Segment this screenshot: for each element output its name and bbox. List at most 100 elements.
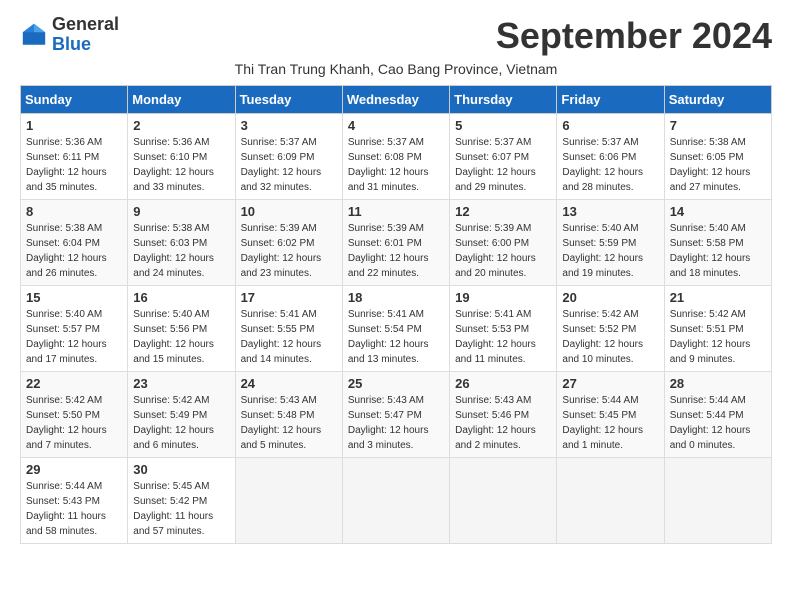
day-detail: Sunrise: 5:37 AM Sunset: 6:09 PM Dayligh… (241, 135, 337, 195)
weekday-header-monday: Monday (128, 86, 235, 114)
weekday-header-wednesday: Wednesday (342, 86, 449, 114)
day-number: 23 (133, 376, 229, 391)
day-number: 28 (670, 376, 766, 391)
day-detail: Sunrise: 5:40 AM Sunset: 5:58 PM Dayligh… (670, 221, 766, 281)
day-number: 24 (241, 376, 337, 391)
day-detail: Sunrise: 5:37 AM Sunset: 6:06 PM Dayligh… (562, 135, 658, 195)
calendar-cell: 2 Sunrise: 5:36 AM Sunset: 6:10 PM Daylig… (128, 114, 235, 200)
calendar-cell: 13 Sunrise: 5:40 AM Sunset: 5:59 PM Dayli… (557, 200, 664, 286)
day-detail: Sunrise: 5:39 AM Sunset: 6:01 PM Dayligh… (348, 221, 444, 281)
day-detail: Sunrise: 5:36 AM Sunset: 6:10 PM Dayligh… (133, 135, 229, 195)
calendar-cell: 15 Sunrise: 5:40 AM Sunset: 5:57 PM Dayli… (21, 286, 128, 372)
day-detail: Sunrise: 5:38 AM Sunset: 6:05 PM Dayligh… (670, 135, 766, 195)
calendar-cell: 4Sunrise: 5:37 AM Sunset: 6:08 PM Daylig… (342, 114, 449, 200)
calendar-cell: 14 Sunrise: 5:40 AM Sunset: 5:58 PM Dayli… (664, 200, 771, 286)
day-number: 4 (348, 118, 444, 133)
day-number: 21 (670, 290, 766, 305)
calendar-cell: 9 Sunrise: 5:38 AM Sunset: 6:03 PM Daylig… (128, 200, 235, 286)
calendar-cell: 24 Sunrise: 5:43 AM Sunset: 5:48 PM Dayli… (235, 372, 342, 458)
day-detail: Sunrise: 5:40 AM Sunset: 5:56 PM Dayligh… (133, 307, 229, 367)
day-number: 2 (133, 118, 229, 133)
day-number: 30 (133, 462, 229, 477)
calendar-cell: 20Sunrise: 5:42 AM Sunset: 5:52 PM Dayli… (557, 286, 664, 372)
calendar-cell: 7 Sunrise: 5:38 AM Sunset: 6:05 PM Daylig… (664, 114, 771, 200)
calendar-cell: 17 Sunrise: 5:41 AM Sunset: 5:55 PM Dayli… (235, 286, 342, 372)
day-detail: Sunrise: 5:42 AM Sunset: 5:52 PM Dayligh… (562, 307, 658, 367)
weekday-header-tuesday: Tuesday (235, 86, 342, 114)
weekday-header-saturday: Saturday (664, 86, 771, 114)
day-detail: Sunrise: 5:40 AM Sunset: 5:59 PM Dayligh… (562, 221, 658, 281)
day-detail: Sunrise: 5:37 AM Sunset: 6:07 PM Dayligh… (455, 135, 551, 195)
calendar-cell: 23 Sunrise: 5:42 AM Sunset: 5:49 PM Dayli… (128, 372, 235, 458)
day-detail: Sunrise: 5:43 AM Sunset: 5:46 PM Dayligh… (455, 393, 551, 453)
day-detail: Sunrise: 5:42 AM Sunset: 5:50 PM Dayligh… (26, 393, 122, 453)
weekday-header-thursday: Thursday (450, 86, 557, 114)
calendar-cell: 11Sunrise: 5:39 AM Sunset: 6:01 PM Dayli… (342, 200, 449, 286)
calendar-cell (235, 458, 342, 544)
day-number: 5 (455, 118, 551, 133)
calendar-cell: 10Sunrise: 5:39 AM Sunset: 6:02 PM Dayli… (235, 200, 342, 286)
subtitle: Thi Tran Trung Khanh, Cao Bang Province,… (20, 61, 772, 77)
day-detail: Sunrise: 5:40 AM Sunset: 5:57 PM Dayligh… (26, 307, 122, 367)
calendar-cell: 8Sunrise: 5:38 AM Sunset: 6:04 PM Daylig… (21, 200, 128, 286)
logo-blue-text: Blue (52, 35, 119, 55)
weekday-header-friday: Friday (557, 86, 664, 114)
calendar-cell: 1Sunrise: 5:36 AM Sunset: 6:11 PM Daylig… (21, 114, 128, 200)
calendar-cell: 5 Sunrise: 5:37 AM Sunset: 6:07 PM Daylig… (450, 114, 557, 200)
calendar-cell: 12 Sunrise: 5:39 AM Sunset: 6:00 PM Dayli… (450, 200, 557, 286)
day-detail: Sunrise: 5:41 AM Sunset: 5:54 PM Dayligh… (348, 307, 444, 367)
calendar-cell (342, 458, 449, 544)
logo: General Blue (20, 15, 119, 55)
day-detail: Sunrise: 5:36 AM Sunset: 6:11 PM Dayligh… (26, 135, 122, 195)
calendar-week-row: 22Sunrise: 5:42 AM Sunset: 5:50 PM Dayli… (21, 372, 772, 458)
month-title: September 2024 (496, 15, 772, 57)
logo-icon (20, 21, 48, 49)
day-number: 17 (241, 290, 337, 305)
day-detail: Sunrise: 5:38 AM Sunset: 6:03 PM Dayligh… (133, 221, 229, 281)
header: General Blue September 2024 (20, 15, 772, 57)
day-number: 25 (348, 376, 444, 391)
calendar-cell: 21 Sunrise: 5:42 AM Sunset: 5:51 PM Dayli… (664, 286, 771, 372)
day-detail: Sunrise: 5:39 AM Sunset: 6:00 PM Dayligh… (455, 221, 551, 281)
day-detail: Sunrise: 5:43 AM Sunset: 5:47 PM Dayligh… (348, 393, 444, 453)
day-detail: Sunrise: 5:43 AM Sunset: 5:48 PM Dayligh… (241, 393, 337, 453)
day-number: 29 (26, 462, 122, 477)
calendar-cell: 30 Sunrise: 5:45 AM Sunset: 5:42 PM Dayli… (128, 458, 235, 544)
day-number: 9 (133, 204, 229, 219)
calendar-cell (557, 458, 664, 544)
calendar-cell: 16 Sunrise: 5:40 AM Sunset: 5:56 PM Dayli… (128, 286, 235, 372)
calendar-cell: 27Sunrise: 5:44 AM Sunset: 5:45 PM Dayli… (557, 372, 664, 458)
day-number: 15 (26, 290, 122, 305)
calendar-cell: 6 Sunrise: 5:37 AM Sunset: 6:06 PM Daylig… (557, 114, 664, 200)
logo-general-text: General (52, 15, 119, 35)
calendar-week-row: 8Sunrise: 5:38 AM Sunset: 6:04 PM Daylig… (21, 200, 772, 286)
day-number: 14 (670, 204, 766, 219)
day-number: 6 (562, 118, 658, 133)
day-detail: Sunrise: 5:41 AM Sunset: 5:55 PM Dayligh… (241, 307, 337, 367)
day-detail: Sunrise: 5:41 AM Sunset: 5:53 PM Dayligh… (455, 307, 551, 367)
calendar-cell: 28 Sunrise: 5:44 AM Sunset: 5:44 PM Dayli… (664, 372, 771, 458)
day-number: 16 (133, 290, 229, 305)
calendar-cell (664, 458, 771, 544)
calendar-table: SundayMondayTuesdayWednesdayThursdayFrid… (20, 85, 772, 544)
day-detail: Sunrise: 5:45 AM Sunset: 5:42 PM Dayligh… (133, 479, 229, 539)
calendar-cell: 3Sunrise: 5:37 AM Sunset: 6:09 PM Daylig… (235, 114, 342, 200)
day-detail: Sunrise: 5:44 AM Sunset: 5:44 PM Dayligh… (670, 393, 766, 453)
day-detail: Sunrise: 5:39 AM Sunset: 6:02 PM Dayligh… (241, 221, 337, 281)
day-detail: Sunrise: 5:44 AM Sunset: 5:45 PM Dayligh… (562, 393, 658, 453)
weekday-header-sunday: Sunday (21, 86, 128, 114)
weekday-header-row: SundayMondayTuesdayWednesdayThursdayFrid… (21, 86, 772, 114)
calendar-cell: 18Sunrise: 5:41 AM Sunset: 5:54 PM Dayli… (342, 286, 449, 372)
calendar-cell: 22Sunrise: 5:42 AM Sunset: 5:50 PM Dayli… (21, 372, 128, 458)
day-number: 13 (562, 204, 658, 219)
calendar-cell (450, 458, 557, 544)
calendar-cell: 25 Sunrise: 5:43 AM Sunset: 5:47 PM Dayli… (342, 372, 449, 458)
day-detail: Sunrise: 5:42 AM Sunset: 5:49 PM Dayligh… (133, 393, 229, 453)
day-number: 19 (455, 290, 551, 305)
day-number: 8 (26, 204, 122, 219)
day-detail: Sunrise: 5:42 AM Sunset: 5:51 PM Dayligh… (670, 307, 766, 367)
day-number: 7 (670, 118, 766, 133)
calendar-cell: 19 Sunrise: 5:41 AM Sunset: 5:53 PM Dayli… (450, 286, 557, 372)
day-number: 12 (455, 204, 551, 219)
calendar-week-row: 1Sunrise: 5:36 AM Sunset: 6:11 PM Daylig… (21, 114, 772, 200)
